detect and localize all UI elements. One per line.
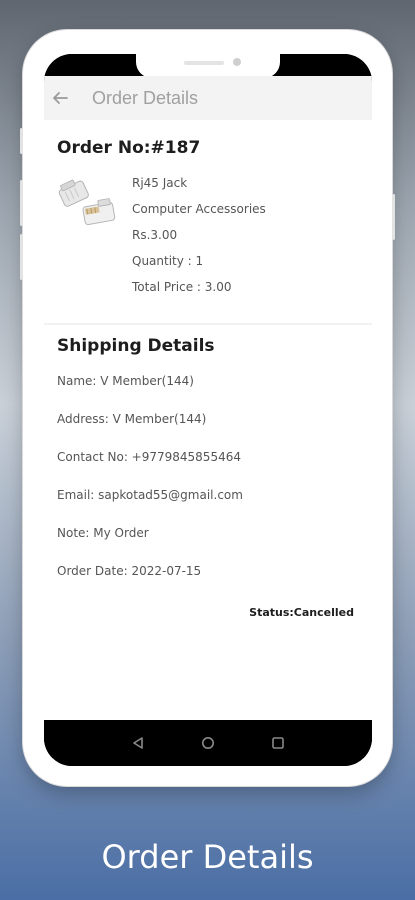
shipping-note: Note: My Order [57, 526, 149, 540]
shipping-email: Email: sapkotad55@gmail.com [57, 488, 243, 502]
side-button [392, 194, 395, 240]
side-button [20, 234, 23, 280]
camera [233, 58, 241, 66]
app-bar: Order Details [44, 76, 372, 120]
phone-frame: Order Details Order No:#187 Rj45 Jack Co… [20, 30, 395, 786]
order-content: Order No:#187 Rj45 Jack Computer Accesso… [44, 120, 372, 720]
rj45-connector-icon [56, 174, 124, 234]
triangle-back-icon[interactable] [130, 735, 146, 751]
product-details: Rj45 Jack Computer Accessories Rs.3.00 Q… [132, 174, 266, 304]
speaker [184, 61, 224, 65]
product-quantity: Quantity : 1 [132, 254, 204, 268]
shipping-contact: Contact No: +9779845855464 [57, 450, 241, 464]
product-name: Rj45 Jack [132, 176, 188, 190]
page-title: Order Details [92, 87, 199, 108]
side-button [20, 180, 23, 226]
side-button [20, 128, 23, 154]
arrow-left-icon[interactable] [50, 88, 70, 108]
circle-home-icon[interactable] [200, 735, 216, 751]
caption: Order Details [101, 838, 314, 876]
product-total: Total Price : 3.00 [132, 280, 232, 294]
square-recent-icon[interactable] [270, 735, 286, 751]
shipping-address: Address: V Member(144) [57, 412, 207, 426]
order-number: Order No:#187 [57, 138, 201, 158]
divider [44, 323, 372, 325]
product-price: Rs.3.00 [132, 228, 178, 242]
status-badge: Status:Cancelled [249, 606, 354, 619]
notch [136, 54, 280, 78]
shipping-name: Name: V Member(144) [57, 374, 194, 388]
shipping-title: Shipping Details [57, 336, 215, 356]
product-category: Computer Accessories [132, 202, 266, 216]
system-nav-bar [44, 720, 372, 766]
screen: Order Details Order No:#187 Rj45 Jack Co… [44, 54, 372, 766]
order-date: Order Date: 2022-07-15 [57, 564, 202, 578]
shipping-details: Name: V Member(144) Address: V Member(14… [57, 372, 243, 600]
